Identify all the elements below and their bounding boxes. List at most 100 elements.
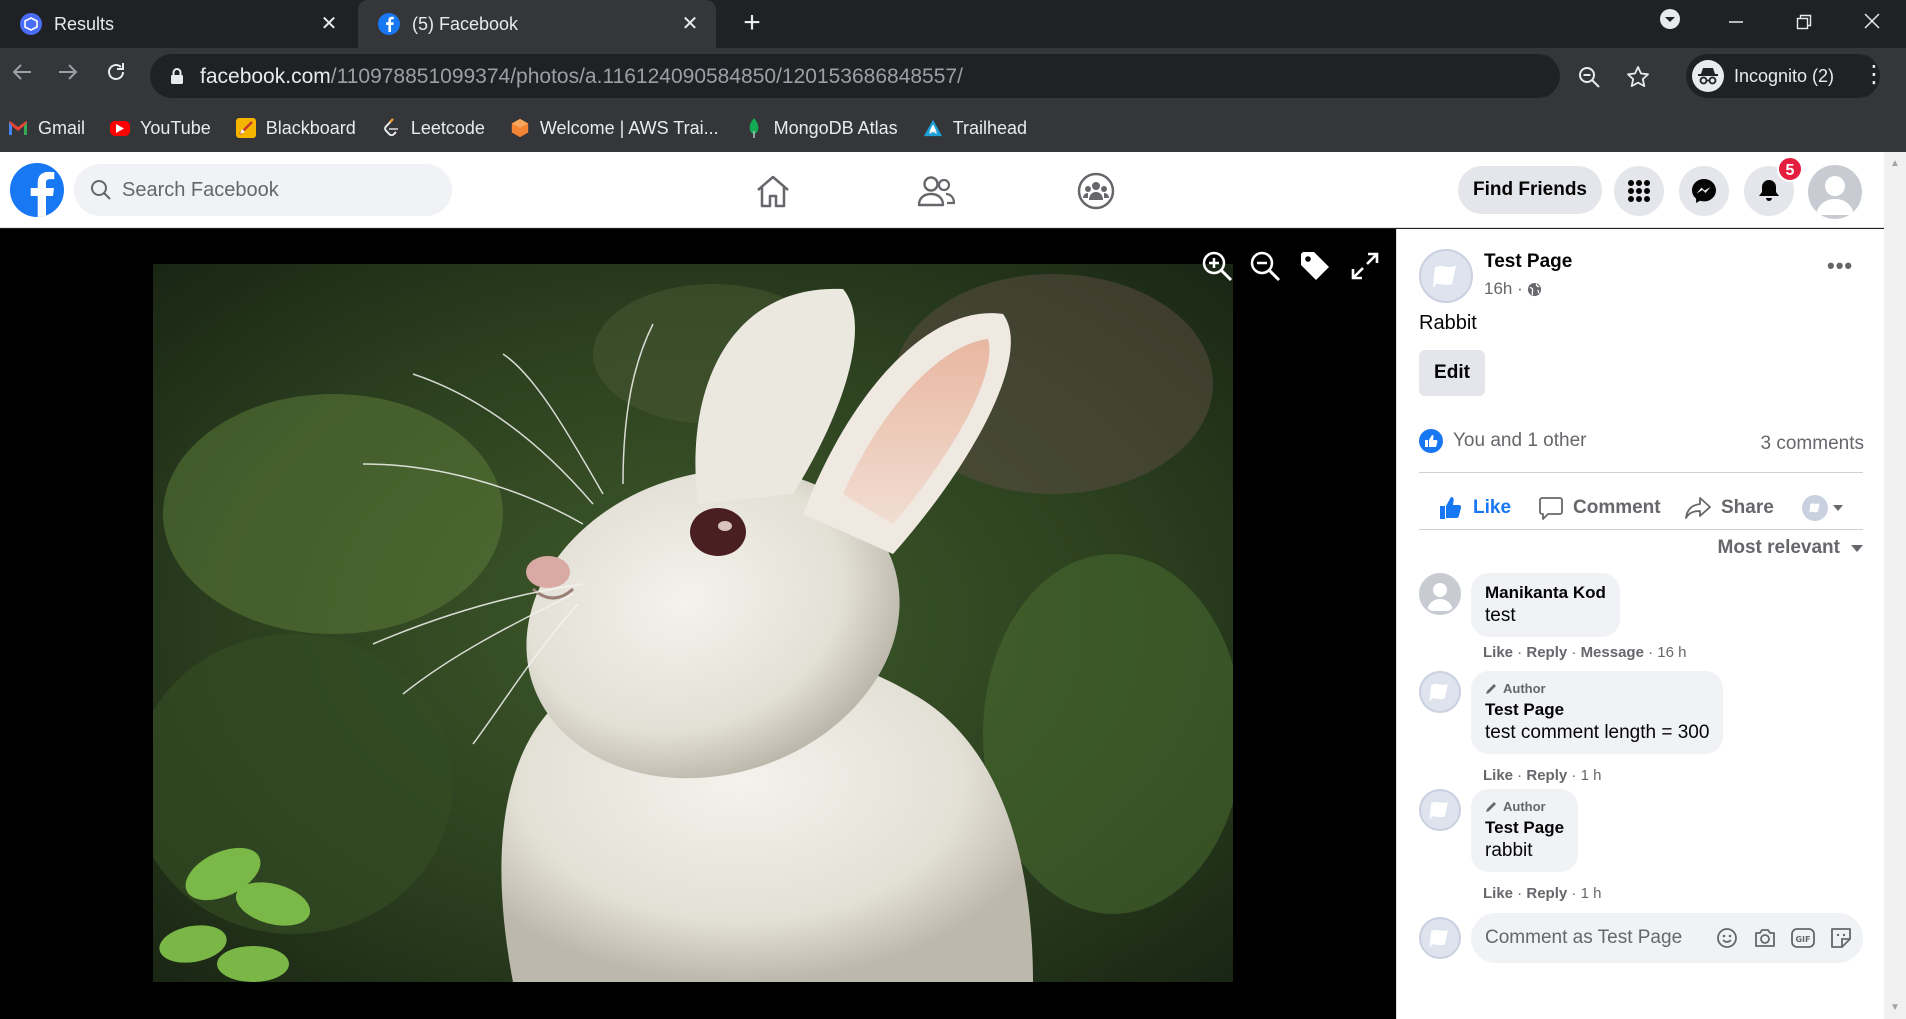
comment-meta: Like · Reply · Message · 16 h [1483,644,1687,661]
gif-icon[interactable]: GIF [1789,925,1817,951]
commenter-name[interactable]: Test Page [1485,818,1564,838]
facebook-header: Search Facebook Find Friends 5 [0,152,1884,228]
page-scrollbar[interactable]: ▲ ▼ [1884,152,1906,1019]
comment-input[interactable]: Comment as Test Page GIF [1471,913,1863,963]
browser-menu-icon[interactable]: ⋮ [1862,60,1886,92]
minimize-icon[interactable] [1716,4,1756,44]
comment-bubble-icon [1539,496,1563,520]
bookmark-mongodb[interactable]: MongoDB Atlas [744,118,898,139]
comment-reply-link[interactable]: Reply [1526,767,1567,784]
commenter-name[interactable]: Test Page [1485,700,1709,720]
commenter-avatar[interactable] [1419,789,1461,831]
close-tab-icon[interactable]: ✕ [678,12,702,36]
address-bar[interactable]: facebook.com/110978851099374/photos/a.11… [150,54,1649,98]
comment-like-link[interactable]: Like [1483,767,1513,784]
post-timestamp[interactable]: 16h · [1484,279,1542,299]
scroll-up-arrow-icon[interactable]: ▲ [1890,158,1900,169]
bookmark-aws[interactable]: Welcome | AWS Trai... [510,118,719,139]
commenter-name[interactable]: Manikanta Kod [1485,583,1606,603]
comment-text: rabbit [1485,840,1533,861]
zoom-icon[interactable] [1578,66,1600,93]
share-button[interactable]: Share [1685,485,1774,531]
account-avatar[interactable] [1808,165,1862,219]
restore-icon[interactable] [1784,4,1824,44]
comment-item: Author Test Page test comment length = 3… [1419,671,1865,784]
browser-tab-bar: Results ✕ (5) Facebook ✕ + [0,0,1906,48]
bookmark-gmail[interactable]: Gmail [8,118,85,139]
incognito-button[interactable]: Incognito (2) [1686,54,1880,98]
comment-text: test comment length = 300 [1485,722,1710,743]
groups-icon[interactable] [1075,170,1117,212]
svg-text:GIF: GIF [1795,935,1810,944]
like-label: Like [1473,497,1512,518]
bookmark-label: Trailhead [952,117,1028,138]
bookmark-star-icon[interactable] [1626,65,1650,94]
url-host: facebook.com [200,65,331,88]
author-badge-label: Author [1503,681,1546,696]
post-caption: Rabbit [1419,312,1477,334]
bookmark-leetcode[interactable]: Leetcode [381,118,485,139]
commenter-avatar[interactable] [1419,573,1461,615]
menu-grid-icon[interactable] [1614,166,1664,216]
forward-icon[interactable] [52,60,84,92]
tag-icon[interactable] [1298,249,1332,283]
tab-facebook[interactable]: (5) Facebook ✕ [358,0,716,48]
friends-icon[interactable] [915,170,957,212]
comment-message-link[interactable]: Message [1581,644,1644,661]
caret-down-icon [1832,504,1844,512]
facebook-logo[interactable] [10,163,64,217]
reactions-summary[interactable]: You and 1 other [1419,429,1586,453]
messenger-icon[interactable] [1679,166,1729,216]
bookmark-blackboard[interactable]: Blackboard [235,118,356,139]
tab-title: (5) Facebook [412,13,519,34]
results-tab-icon [20,13,42,35]
page-flag-icon [1802,495,1828,521]
comment-like-link[interactable]: Like [1483,885,1513,902]
comment-like-link[interactable]: Like [1483,644,1513,661]
home-icon[interactable] [752,170,794,212]
sticker-icon[interactable] [1827,925,1855,951]
edit-button[interactable]: Edit [1419,350,1485,396]
commenter-avatar[interactable] [1419,671,1461,713]
bookmark-label: Leetcode [410,117,485,138]
comment-time[interactable]: 1 h [1581,767,1602,784]
notification-count-badge: 5 [1777,156,1803,182]
fullscreen-icon[interactable] [1348,249,1382,283]
blackboard-icon [235,118,256,138]
scroll-down-arrow-icon[interactable]: ▼ [1890,1002,1900,1013]
tab-results[interactable]: Results ✕ [0,0,355,48]
comment-time[interactable]: 1 h [1581,885,1602,902]
incognito-label: Incognito (2) [1734,65,1835,86]
bookmark-label: Gmail [38,117,86,138]
caret-down-icon [1850,544,1864,553]
camera-icon[interactable] [1751,925,1779,951]
page-name[interactable]: Test Page [1484,251,1572,273]
find-friends-button[interactable]: Find Friends [1458,166,1602,214]
comment-time[interactable]: 16 h [1657,644,1686,661]
close-window-icon[interactable] [1852,4,1892,44]
facebook-search[interactable]: Search Facebook [74,164,452,216]
tab-search-icon[interactable] [1650,4,1690,44]
emoji-icon[interactable] [1713,925,1741,951]
share-arrow-icon [1685,496,1711,520]
more-options-icon[interactable]: ••• [1827,253,1853,279]
close-tab-icon[interactable]: ✕ [317,12,341,36]
comment-sort-selector[interactable]: Most relevant [1718,537,1864,559]
comment-reply-link[interactable]: Reply [1526,885,1567,902]
back-icon[interactable] [6,60,38,92]
url-text: facebook.com/110978851099374/photos/a.11… [200,65,963,89]
comment-reply-link[interactable]: Reply [1526,644,1567,661]
bookmark-youtube[interactable]: YouTube [110,118,211,139]
zoom-in-icon[interactable] [1200,249,1234,283]
like-button[interactable]: Like [1439,485,1511,531]
page-avatar[interactable] [1419,249,1473,303]
bookmark-trailhead[interactable]: Trailhead [923,118,1027,139]
post-as-selector[interactable] [1802,485,1844,531]
comment-button[interactable]: Comment [1539,485,1661,531]
new-tab-button[interactable]: + [736,8,768,40]
comments-count[interactable]: 3 comments [1761,433,1864,455]
comment-composer: Comment as Test Page GIF [1419,913,1865,963]
zoom-out-icon[interactable] [1248,249,1282,283]
reload-icon[interactable] [100,60,132,92]
comment-bubble: Author Test Page test comment length = 3… [1471,671,1724,754]
